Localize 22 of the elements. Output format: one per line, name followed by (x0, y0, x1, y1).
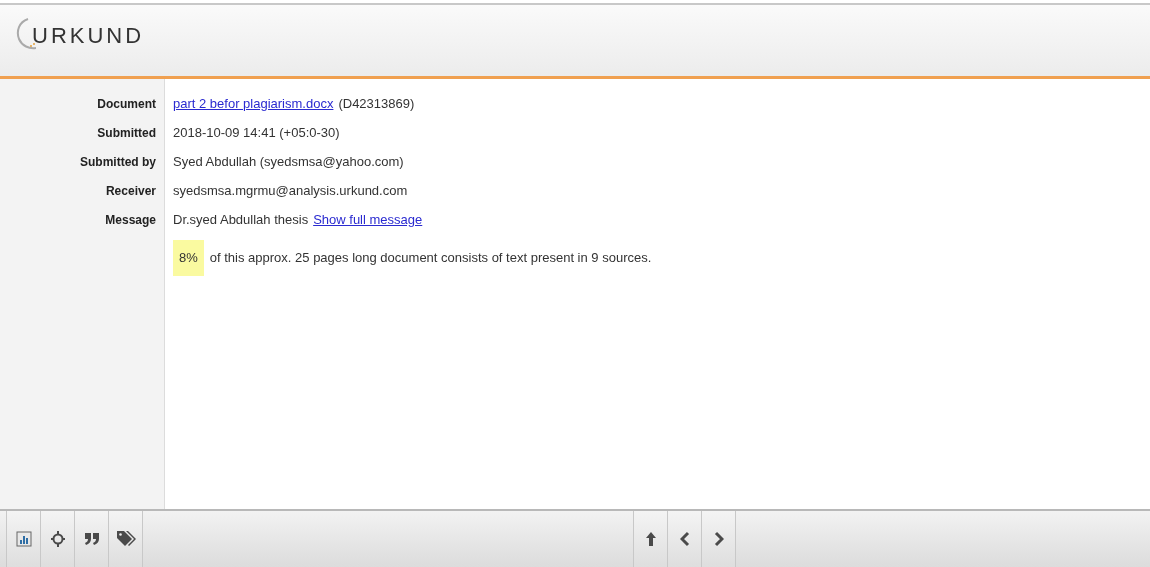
field-label: Receiver (105, 182, 156, 200)
field-value: Dr.syed Abdullah thesis (173, 210, 309, 229)
chevron-left-icon (679, 531, 690, 547)
field-value: syedsmsa.mgrmu@analysis.urkund.com (173, 181, 408, 200)
summary-text: of this approx. 25 pages long document consists of text present in 9 sources. (209, 249, 652, 267)
crosshair-icon (49, 530, 66, 548)
link[interactable]: part 2 befor plagiarism.docx (173, 93, 334, 114)
field-value: 2018-10-09 14:41 (+05:0-30) (173, 123, 340, 142)
logo-text: URKUND (32, 22, 145, 50)
up-arrow-icon (644, 531, 657, 547)
field-label: Document (97, 95, 156, 113)
quote-icon (83, 532, 100, 546)
field-label: Submitted by (80, 153, 156, 171)
tags-icon (115, 530, 136, 548)
field-value: Syed Abdullah (syedsmsa@yahoo.com) (173, 152, 404, 171)
chart-icon (15, 531, 32, 547)
field-label: Message (105, 211, 156, 229)
similarity-percent: 8% (173, 240, 204, 276)
link[interactable]: Show full message (313, 209, 423, 230)
chevron-right-icon (713, 531, 724, 547)
field-label: Submitted (97, 124, 156, 142)
field-value: (D42313869) (338, 94, 415, 113)
